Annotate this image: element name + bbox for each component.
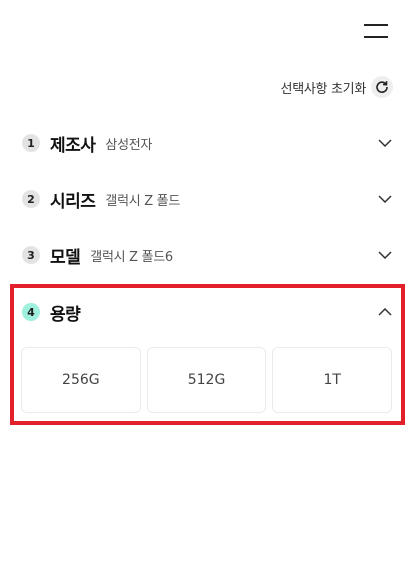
- step-title: 시리즈: [50, 191, 96, 212]
- step-selected-value: 삼성전자: [105, 137, 153, 153]
- step-number-badge: 2: [22, 190, 40, 208]
- step-model[interactable]: 3 모델 갤럭시 Z 폴드6: [22, 240, 393, 270]
- step-selected-value: 갤럭시 Z 폴드6: [90, 249, 173, 265]
- step-number-badge: 1: [22, 134, 40, 152]
- step-title: 용량: [50, 304, 81, 325]
- capacity-option-256g[interactable]: 256G: [21, 347, 141, 413]
- chevron-down-icon: [377, 135, 393, 151]
- step-manufacturer[interactable]: 1 제조사 삼성전자: [22, 128, 393, 158]
- capacity-selector-page: 선택사항 초기화 1 제조사 삼성전자 2 시리즈 갤럭시 Z 폴드 3 모델 …: [0, 0, 415, 576]
- reset-selection-button[interactable]: 선택사항 초기화: [281, 76, 393, 98]
- chevron-up-icon: [377, 304, 393, 320]
- step-title: 모델: [50, 247, 81, 268]
- step-title: 제조사: [50, 135, 96, 156]
- chevron-down-icon: [377, 247, 393, 263]
- step-series[interactable]: 2 시리즈 갤럭시 Z 폴드: [22, 184, 393, 214]
- capacity-option-512g[interactable]: 512G: [146, 347, 267, 413]
- hamburger-menu-button[interactable]: [364, 22, 390, 40]
- hamburger-icon: [364, 24, 388, 26]
- chevron-down-icon: [377, 191, 393, 207]
- reset-selection-label: 선택사항 초기화: [280, 81, 367, 97]
- step-number-badge: 3: [22, 246, 40, 264]
- capacity-options: 256G 512G 1T: [21, 347, 393, 413]
- step-number-badge: 4: [22, 303, 40, 321]
- step-selected-value: 갤럭시 Z 폴드: [105, 193, 180, 209]
- refresh-icon: [371, 76, 393, 98]
- capacity-option-1t[interactable]: 1T: [272, 347, 393, 413]
- step-capacity[interactable]: 4 용량: [22, 297, 393, 327]
